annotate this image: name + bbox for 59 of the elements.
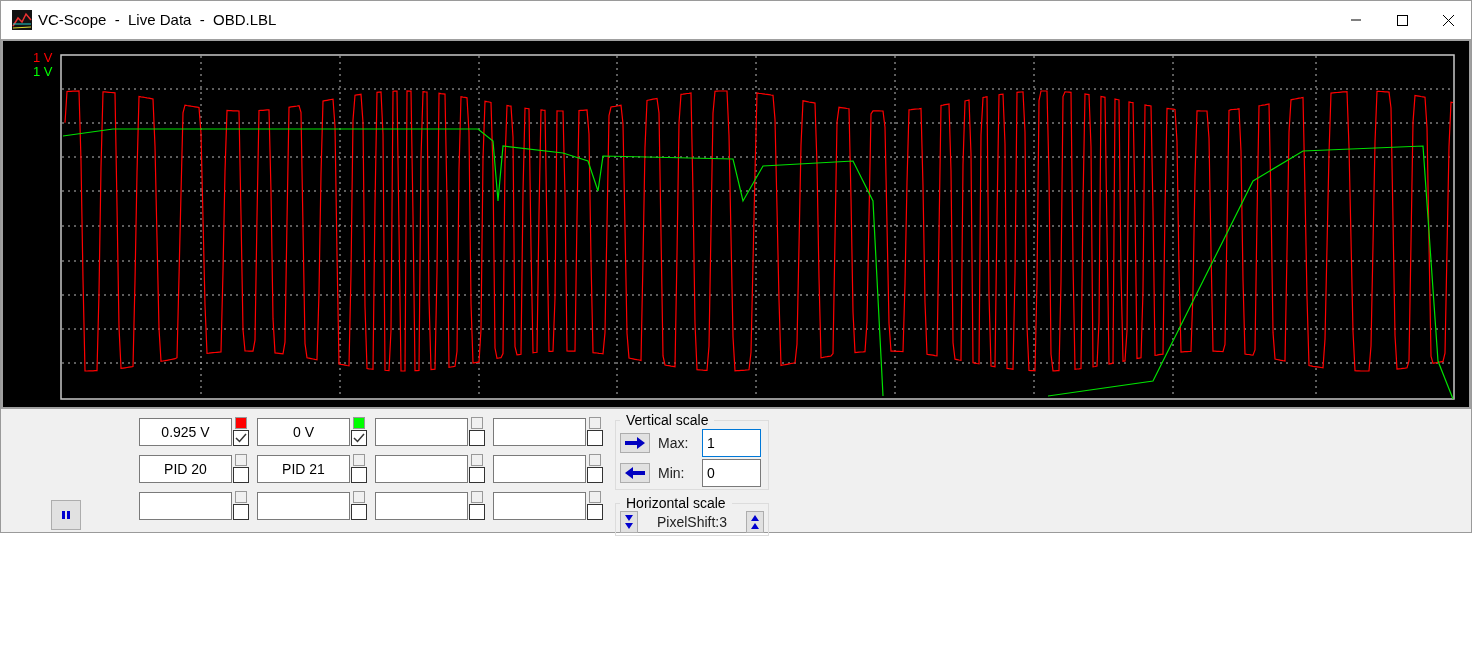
scale-label: 1 V	[33, 51, 53, 65]
channel-field[interactable]	[375, 492, 468, 520]
channel-field[interactable]: PID 20	[139, 455, 232, 483]
channel-field[interactable]	[493, 455, 586, 483]
maximize-icon	[1396, 14, 1408, 26]
group-title: Horizontal scale	[625, 496, 727, 511]
checkbox[interactable]	[587, 430, 603, 446]
color-swatch	[235, 491, 247, 503]
group-title: Vertical scale	[625, 413, 710, 428]
field-label: Max:	[658, 433, 690, 453]
down-arrows-button[interactable]	[620, 511, 638, 533]
double-up-arrow-icon	[751, 515, 759, 529]
checkmark-icon	[235, 433, 247, 443]
pause-icon	[61, 510, 71, 520]
left-arrow-button[interactable]	[620, 463, 650, 483]
checkbox[interactable]	[469, 467, 485, 483]
right-arrow-icon	[625, 437, 645, 449]
channel-field[interactable]	[375, 455, 468, 483]
channel-field[interactable]	[375, 418, 468, 446]
color-swatch	[589, 454, 601, 466]
checkmark-icon	[353, 433, 365, 443]
left-arrow-icon	[625, 467, 645, 479]
checkbox[interactable]	[351, 430, 367, 446]
min-input[interactable]: 0	[702, 459, 761, 487]
checkbox[interactable]	[469, 430, 485, 446]
max-input[interactable]: 1	[702, 429, 761, 457]
app-logo-icon	[12, 10, 32, 30]
channel-field[interactable]	[493, 492, 586, 520]
color-swatch	[471, 417, 483, 429]
color-swatch	[235, 454, 247, 466]
checkbox[interactable]	[233, 430, 249, 446]
checkbox[interactable]	[587, 504, 603, 520]
up-arrows-button[interactable]	[746, 511, 764, 533]
scale-label: 1 V	[33, 65, 53, 79]
close-icon	[1442, 14, 1454, 26]
color-swatch	[589, 417, 601, 429]
double-down-arrow-icon	[625, 515, 633, 529]
right-arrow-button[interactable]	[620, 433, 650, 453]
channel-field[interactable]: 0 V	[257, 418, 350, 446]
color-swatch	[589, 491, 601, 503]
color-swatch	[353, 491, 365, 503]
checkbox[interactable]	[587, 467, 603, 483]
checkbox[interactable]	[233, 467, 249, 483]
color-swatch	[471, 454, 483, 466]
color-swatch	[471, 491, 483, 503]
checkbox[interactable]	[351, 467, 367, 483]
channel-field[interactable]	[257, 492, 350, 520]
channel-field[interactable]: 0.925 V	[139, 418, 232, 446]
pause-button[interactable]	[51, 500, 81, 530]
field-label: Min:	[658, 463, 686, 483]
checkbox[interactable]	[469, 504, 485, 520]
color-swatch	[353, 454, 365, 466]
channel-field[interactable]: PID 21	[257, 455, 350, 483]
window-title: VC-Scope - Live Data - OBD.LBL	[38, 9, 277, 30]
pixel-shift-reading: PixelShift:3	[656, 512, 727, 532]
channel-field[interactable]	[139, 492, 232, 520]
checkbox[interactable]	[233, 504, 249, 520]
channel-field[interactable]	[493, 418, 586, 446]
checkbox[interactable]	[351, 504, 367, 520]
